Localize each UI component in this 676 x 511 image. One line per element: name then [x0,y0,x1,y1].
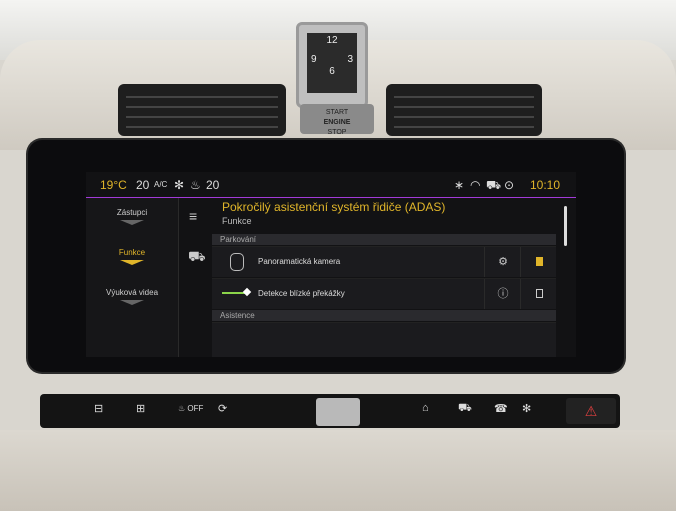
off-label: OFF [187,404,204,413]
front-defrost-icon[interactable]: ⊞ [136,402,145,415]
status-bar: 19°C 20 A/C ✻ ♨ 20 ∗ ◠ ⛟ ⊙ 10:10 [86,172,576,198]
temperature-left[interactable]: 19°C [100,178,127,192]
engine-label-engine: ENGINE [323,119,351,126]
row-label: Detekce blízké překážky [258,289,345,298]
bluetooth-icon: ∗ [454,178,465,192]
settings-gear-icon[interactable]: ⚙ [484,247,521,277]
analog-clock: 12 9 3 6 [296,22,368,108]
sidebar-item-label: Funkce [118,248,146,257]
list-item-panoramic-camera[interactable]: Panoramatická kamera ⚙ [212,246,556,277]
ac-label[interactable]: A/C [154,180,167,189]
recirculation-icon[interactable]: ⟳ [218,402,227,415]
car-icon[interactable]: ⛟ [188,248,206,267]
location-icon: ⊙ [504,178,515,192]
clock-number-12: 12 [326,35,338,46]
sidebar-item-tutorial-videos[interactable]: Výuková videa [86,288,178,305]
list-item-partial[interactable] [212,322,556,357]
car-connect-icon: ⛟ [486,178,502,192]
bookmark-filled-icon[interactable] [520,247,557,277]
icon-column: ≡ ⛟ [178,198,213,357]
menu-icon[interactable]: ≡ [189,208,197,224]
seat-heat-icon[interactable]: ♨ [190,178,201,192]
row-label: Panoramatická kamera [258,257,341,266]
right-air-vent[interactable] [386,84,542,136]
section-header-parking: Parkování [212,234,556,245]
page-subtitle: Funkce [222,216,252,226]
fan-speed-left[interactable]: 20 [136,178,149,192]
main-panel: Pokročilý asistenční systém řidiče (ADAS… [212,198,576,357]
page-title: Pokročilý asistenční systém řidiče (ADAS… [222,200,446,214]
clock-time: 10:10 [530,178,561,192]
engine-label-start: START [325,109,349,116]
seat-heat-off-button[interactable]: ♨ OFF [178,404,203,413]
sidebar-item-label: Zástupci [116,208,148,217]
wifi-icon: ◠ [470,178,481,192]
start-engine-stop-button[interactable]: START ENGINE STOP [300,104,374,136]
home-icon[interactable]: ⌂ [422,402,429,414]
car-icon[interactable]: ⛟ [458,402,472,416]
phone-icon[interactable]: ☎ [494,402,508,415]
center-console [0,430,676,511]
clock-number-6: 6 [329,66,335,77]
infotainment-screen: 19°C 20 A/C ✻ ♨ 20 ∗ ◠ ⛟ ⊙ 10:10 Zástupc… [86,172,576,357]
volume-knob[interactable] [316,398,360,426]
list-item-obstacle-detection[interactable]: Detekce blízké překážky ⓘ [212,278,556,309]
engine-label-stop: STOP [327,129,347,136]
sensor-icon [222,292,246,294]
fan-icon[interactable]: ✻ [522,402,531,415]
clock-number-3: 3 [347,54,353,65]
camera-icon [230,253,244,271]
sidebar-item-functions[interactable]: Funkce [86,248,178,265]
section-header-assistance: Asistence [212,310,556,321]
scrollbar[interactable] [564,206,567,246]
bookmark-outline-icon[interactable] [520,279,557,309]
clock-number-9: 9 [311,54,317,65]
chevron-down-icon [120,260,144,265]
chevron-down-icon [120,300,144,305]
fan-speed-right[interactable]: 20 [206,178,219,192]
fan-icon[interactable]: ✻ [174,178,184,192]
sidebar-item-shortcuts[interactable]: Zástupci [86,208,178,225]
sidebar: Zástupci Funkce Výuková videa [86,198,178,357]
rear-defrost-icon[interactable]: ⊟ [94,402,103,415]
left-air-vent[interactable] [118,84,286,136]
hazard-warning-icon[interactable]: ⚠ [566,398,616,424]
chevron-down-icon [120,220,144,225]
clock-face: 12 9 3 6 [307,33,357,93]
info-icon[interactable]: ⓘ [484,279,521,309]
sidebar-item-label: Výuková videa [105,288,159,297]
